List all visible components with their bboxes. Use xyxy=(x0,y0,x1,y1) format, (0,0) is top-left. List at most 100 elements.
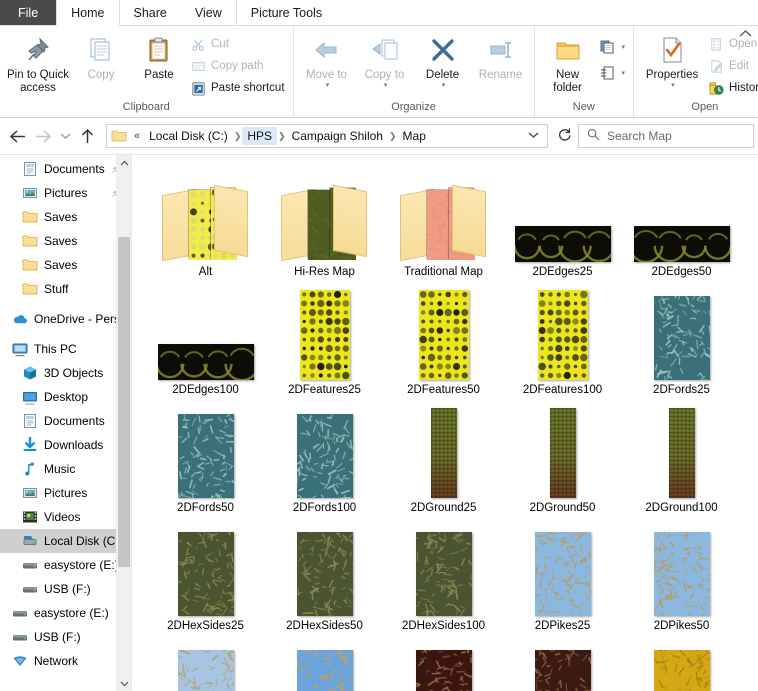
sidebar-item-onedrive-personal[interactable]: OneDrive - Personal xyxy=(0,307,131,331)
file-item[interactable] xyxy=(265,635,384,691)
breadcrumb-item-3[interactable]: Map xyxy=(398,127,431,145)
forward-button[interactable] xyxy=(30,123,56,149)
address-dropdown-button[interactable] xyxy=(522,131,545,141)
file-item[interactable]: 2DFeatures50 xyxy=(384,281,503,399)
file-item[interactable]: 2DGround100 xyxy=(622,399,741,517)
file-item[interactable]: 2DFeatures100 xyxy=(503,281,622,399)
file-item[interactable] xyxy=(622,635,741,691)
easy-access-button[interactable]: ▾ xyxy=(597,63,630,83)
breadcrumb-overflow[interactable]: « xyxy=(130,130,144,142)
file-item[interactable] xyxy=(146,635,265,691)
history-button[interactable]: History xyxy=(706,78,758,98)
new-item-caret-icon[interactable]: ▾ xyxy=(622,43,626,51)
file-item[interactable]: Alt xyxy=(146,163,265,281)
collapse-ribbon-button[interactable] xyxy=(739,29,752,41)
delete-caret-icon[interactable]: ▾ xyxy=(442,82,446,90)
file-item[interactable]: 2DEdges25 xyxy=(503,163,622,281)
refresh-button[interactable] xyxy=(552,127,576,145)
sidebar-item-local-disk-c[interactable]: Local Disk (C:) xyxy=(0,529,131,553)
sidebar-item-stuff[interactable]: Stuff xyxy=(0,277,131,301)
cut-label: Cut xyxy=(211,38,229,50)
tab-picture-tools[interactable]: Picture Tools xyxy=(236,0,336,25)
file-item[interactable]: 2DGround50 xyxy=(503,399,622,517)
file-name-label: 2DPikes50 xyxy=(654,619,710,635)
copy-to-button[interactable]: Copy to▾ xyxy=(356,29,414,90)
file-item[interactable]: 2DHexSides50 xyxy=(265,517,384,635)
sidebar-item-videos[interactable]: Videos xyxy=(0,505,131,529)
sidebar-item-easystore-e[interactable]: easystore (E:) xyxy=(0,601,131,625)
paste-shortcut-button[interactable]: Paste shortcut xyxy=(188,78,289,98)
easy-access-caret-icon[interactable]: ▾ xyxy=(622,69,626,77)
file-item[interactable]: 2DEdges100 xyxy=(146,281,265,399)
file-item[interactable] xyxy=(503,635,622,691)
copy-to-caret-icon[interactable]: ▾ xyxy=(384,82,388,90)
nav-scroll-up-button[interactable] xyxy=(117,155,131,170)
file-item[interactable]: Traditional Map xyxy=(384,163,503,281)
file-thumbnail xyxy=(503,643,622,691)
breadcrumb-sep-2[interactable]: ❯ xyxy=(388,131,398,142)
cut-button[interactable]: Cut xyxy=(188,34,289,54)
rename-button[interactable]: Rename xyxy=(472,29,530,82)
breadcrumb-item-2[interactable]: Campaign Shiloh xyxy=(287,127,388,145)
file-item[interactable] xyxy=(384,635,503,691)
file-item[interactable]: 2DHexSides25 xyxy=(146,517,265,635)
new-item-button[interactable]: ▾ xyxy=(597,37,630,57)
copy-path-button[interactable]: Copy path xyxy=(188,56,289,76)
properties-caret-icon[interactable]: ▾ xyxy=(671,82,675,90)
file-list-pane[interactable]: AltHi-Res MapTraditional Map2DEdges252DE… xyxy=(131,155,758,691)
navigation-scrollbar[interactable] xyxy=(116,155,131,691)
sidebar-item-documents[interactable]: Documents xyxy=(0,409,131,433)
sidebar-item-desktop[interactable]: Desktop xyxy=(0,385,131,409)
breadcrumb-sep-1[interactable]: ❯ xyxy=(277,131,287,142)
recent-locations-button[interactable] xyxy=(56,123,74,149)
properties-button[interactable]: Properties▾ xyxy=(638,29,706,90)
file-item[interactable]: 2DFords25 xyxy=(622,281,741,399)
sidebar-item-saves[interactable]: Saves xyxy=(0,205,131,229)
edit-button[interactable]: Edit xyxy=(706,56,758,76)
new-folder-button[interactable]: New folder xyxy=(539,29,597,95)
search-input[interactable]: Search Map xyxy=(578,124,754,148)
file-item[interactable]: 2DEdges50 xyxy=(622,163,741,281)
sidebar-item-pictures[interactable]: Pictures xyxy=(0,181,131,205)
breadcrumb-item-0[interactable]: Local Disk (C:) xyxy=(144,127,233,145)
sidebar-item-saves[interactable]: Saves xyxy=(0,229,131,253)
file-item[interactable]: 2DPikes50 xyxy=(622,517,741,635)
sidebar-item-music[interactable]: Music xyxy=(0,457,131,481)
move-to-caret-icon[interactable]: ▾ xyxy=(326,82,330,90)
file-item[interactable]: 2DFeatures25 xyxy=(265,281,384,399)
delete-button[interactable]: Delete▾ xyxy=(414,29,472,90)
file-item[interactable]: 2DFords100 xyxy=(265,399,384,517)
sidebar-item-pictures[interactable]: Pictures xyxy=(0,481,131,505)
pin-to-quick-access-button[interactable]: Pin to Quick access xyxy=(4,29,72,95)
sidebar-item-this-pc[interactable]: This PC xyxy=(0,337,131,361)
breadcrumb[interactable]: « Local Disk (C:) ❯ HPS ❯ Campaign Shilo… xyxy=(106,124,548,148)
sidebar-item-usb-f[interactable]: USB (F:) xyxy=(0,577,131,601)
tab-home[interactable]: Home xyxy=(56,0,119,26)
tab-view[interactable]: View xyxy=(181,0,236,25)
file-item[interactable]: Hi-Res Map xyxy=(265,163,384,281)
breadcrumb-item-1[interactable]: HPS xyxy=(242,127,277,145)
sidebar-item-3d-objects[interactable]: 3D Objects xyxy=(0,361,131,385)
file-item[interactable]: 2DGround25 xyxy=(384,399,503,517)
file-item[interactable]: 2DHexSides100 xyxy=(384,517,503,635)
sidebar-item-downloads[interactable]: Downloads xyxy=(0,433,131,457)
sidebar-item-saves[interactable]: Saves xyxy=(0,253,131,277)
move-to-button[interactable]: Move to▾ xyxy=(298,29,356,90)
file-thumbnail xyxy=(622,643,741,691)
file-item[interactable]: 2DFords50 xyxy=(146,399,265,517)
nav-scroll-thumb[interactable] xyxy=(118,237,130,567)
copy-button[interactable]: Copy xyxy=(72,29,130,82)
sidebar-item-documents[interactable]: Documents xyxy=(0,157,131,181)
up-button[interactable] xyxy=(74,123,100,149)
back-button[interactable] xyxy=(4,123,30,149)
breadcrumb-sep-0[interactable]: ❯ xyxy=(233,131,243,142)
tab-file[interactable]: File xyxy=(0,0,56,25)
paste-button[interactable]: Paste xyxy=(130,29,188,82)
tab-share[interactable]: Share xyxy=(120,0,181,25)
sidebar-item-usb-f[interactable]: USB (F:) xyxy=(0,625,131,649)
sidebar-item-network[interactable]: Network xyxy=(0,649,131,673)
edit-icon xyxy=(708,58,724,74)
nav-scroll-down-button[interactable] xyxy=(117,676,131,691)
file-item[interactable]: 2DPikes25 xyxy=(503,517,622,635)
sidebar-item-easystore-e[interactable]: easystore (E:) xyxy=(0,553,131,577)
